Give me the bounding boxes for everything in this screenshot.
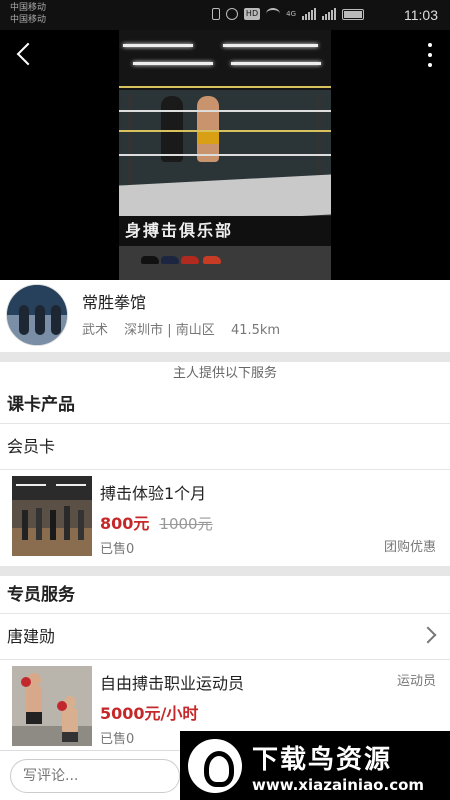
more-options-icon[interactable] <box>424 40 436 70</box>
battery-icon <box>342 8 364 20</box>
divider <box>0 352 450 362</box>
bird-logo-icon <box>188 739 242 793</box>
original-price: 1000元 <box>159 515 213 533</box>
membership-card-row[interactable]: 会员卡 <box>0 424 450 470</box>
gym-category: 武术 <box>82 323 109 338</box>
carrier-label-2: 中国移动 <box>10 15 47 25</box>
carrier-label-1: 中国移动 <box>10 3 47 13</box>
gym-name: 常胜拳馆 <box>82 293 147 312</box>
product-item-trial[interactable]: 搏击体验1个月 800元 1000元 已售0 团购优惠 <box>0 470 450 566</box>
fighter-right <box>197 96 219 162</box>
product-price: 800元 1000元 <box>100 510 213 534</box>
service-price: 5000元/小时 <box>100 704 199 723</box>
alarm-icon <box>225 8 238 20</box>
staff-name: 唐建勋 <box>7 627 56 646</box>
athlete-tag: 运动员 <box>396 674 436 689</box>
watermark-title: 下载鸟资源 <box>252 745 393 775</box>
divider <box>0 566 450 576</box>
signal-icon <box>302 8 316 20</box>
site-watermark: 下载鸟资源 www.xiazainiao.com <box>180 731 450 800</box>
gym-distance: 41.5km <box>230 323 281 338</box>
hd-badge: HD <box>243 8 261 20</box>
network-type-label: 4G <box>286 10 296 18</box>
wifi-icon <box>266 8 281 20</box>
service-title: 自由搏击职业运动员 <box>100 674 245 693</box>
clock: 11:03 <box>404 7 438 23</box>
signal-icon-2 <box>322 8 336 20</box>
club-banner: 身搏击俱乐部 <box>119 216 331 246</box>
status-bar: 中国移动 中国移动 HD 4G 11:03 <box>0 0 450 30</box>
coach-photo <box>12 666 92 746</box>
current-price: 800元 <box>100 514 150 533</box>
product-title: 搏击体验1个月 <box>100 484 207 503</box>
group-buy-tag: 团购优惠 <box>383 540 436 555</box>
status-icons: HD 4G <box>211 8 364 20</box>
back-arrow-icon[interactable] <box>12 40 38 70</box>
services-caption: 主人提供以下服务 <box>0 362 450 386</box>
staff-row-tang[interactable]: 唐建勋 <box>0 614 450 660</box>
section-title-courses: 课卡产品 <box>0 386 450 424</box>
video-player[interactable]: 身搏击俱乐部 <box>0 30 450 280</box>
section-title-staff: 专员服务 <box>0 576 450 614</box>
gym-avatar[interactable] <box>6 284 68 346</box>
comment-input[interactable] <box>10 759 180 793</box>
sold-count: 已售0 <box>100 542 135 557</box>
gym-header[interactable]: 常胜拳馆 武术 深圳市 | 南山区 41.5km <box>0 280 450 352</box>
watermark-url: www.xiazainiao.com <box>252 776 425 794</box>
bluetooth-icon <box>211 8 220 20</box>
gym-meta: 武术 深圳市 | 南山区 41.5km <box>82 319 292 338</box>
video-frame: 身搏击俱乐部 <box>119 30 331 280</box>
fighter-left <box>161 96 183 162</box>
gym-location: 深圳市 | 南山区 <box>124 323 215 338</box>
product-thumbnail <box>12 476 92 556</box>
chevron-right-icon <box>419 626 437 644</box>
sold-count: 已售0 <box>100 732 135 747</box>
